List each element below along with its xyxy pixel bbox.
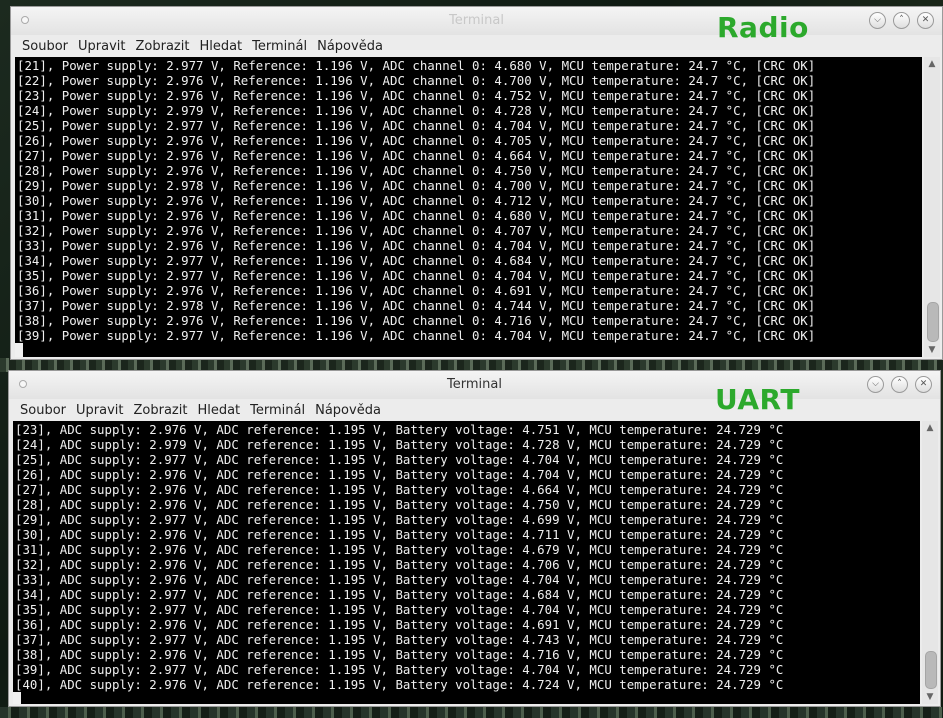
window-title: Terminal [447,377,502,392]
terminal-output[interactable]: [21], Power supply: 2.977 V, Reference: … [15,57,922,357]
terminal-line: [29], Power supply: 2.978 V, Reference: … [17,178,816,193]
terminal-line: [35], Power supply: 2.977 V, Reference: … [17,268,816,283]
scrollbar-thumb[interactable] [925,651,937,689]
minimize-icon[interactable]: ⌵ [869,12,886,29]
terminal-lines: [23], ADC supply: 2.976 V, ADC reference… [13,421,920,692]
terminal-line: [34], Power supply: 2.977 V, Reference: … [17,253,816,268]
scroll-down-icon[interactable]: ▼ [924,343,940,357]
terminal-line: [34], ADC supply: 2.977 V, ADC reference… [15,587,784,602]
desktop-wallpaper-bottom [0,707,943,718]
text-cursor [15,343,23,357]
terminal-line: [28], ADC supply: 2.976 V, ADC reference… [15,497,784,512]
terminal-line: [33], ADC supply: 2.976 V, ADC reference… [15,572,784,587]
maximize-icon[interactable]: ˄ [893,12,910,29]
menu-napoveda[interactable]: Nápověda [310,401,386,418]
terminal-line: [24], Power supply: 2.979 V, Reference: … [17,103,816,118]
terminal-line: [38], Power supply: 2.976 V, Reference: … [17,313,816,328]
terminal-line: [31], Power supply: 2.976 V, Reference: … [17,208,816,223]
menubar: Soubor Upravit Zobrazit Hledat Terminál Nápov… [9,399,940,421]
terminal-line: [26], ADC supply: 2.976 V, ADC reference… [15,467,784,482]
terminal-output[interactable]: [23], ADC supply: 2.976 V, ADC reference… [13,421,920,704]
close-icon[interactable]: ✕ [915,376,932,393]
scroll-up-icon[interactable]: ▲ [924,57,940,71]
terminal-line: [27], Power supply: 2.976 V, Reference: … [17,148,816,163]
terminal-line: [22], Power supply: 2.976 V, Reference: … [17,73,816,88]
terminal-line: [23], ADC supply: 2.976 V, ADC reference… [15,422,784,437]
minimize-icon[interactable]: ⌵ [867,376,884,393]
terminal-line: [28], Power supply: 2.976 V, Reference: … [17,163,816,178]
menu-hledat[interactable]: Hledat [192,401,245,418]
scrollbar[interactable]: ▲ ▼ [922,421,938,704]
text-cursor [13,692,21,704]
close-icon[interactable]: ✕ [917,12,934,29]
menu-zobrazit[interactable]: Zobrazit [128,401,192,418]
maximize-icon[interactable]: ˄ [891,376,908,393]
terminal-line: [37], Power supply: 2.978 V, Reference: … [17,298,816,313]
menu-terminal[interactable]: Terminál [245,401,310,418]
scroll-down-icon[interactable]: ▼ [922,690,938,704]
terminal-line: [35], ADC supply: 2.977 V, ADC reference… [15,602,784,617]
terminal-line: [40], ADC supply: 2.976 V, ADC reference… [15,677,784,692]
terminal-line: [29], ADC supply: 2.977 V, ADC reference… [15,512,784,527]
terminal-line: [39], Power supply: 2.977 V, Reference: … [17,328,816,343]
menu-zobrazit[interactable]: Zobrazit [130,37,194,54]
menu-upravit[interactable]: Upravit [71,401,128,418]
terminal-line: [27], ADC supply: 2.976 V, ADC reference… [15,482,784,497]
terminal-line: [32], ADC supply: 2.976 V, ADC reference… [15,557,784,572]
terminal-line: [25], Power supply: 2.977 V, Reference: … [17,118,816,133]
terminal-line: [38], ADC supply: 2.976 V, ADC reference… [15,647,784,662]
menu-napoveda[interactable]: Nápověda [312,37,388,54]
menu-soubor[interactable]: Soubor [15,401,71,418]
scrollbar-thumb[interactable] [927,302,939,342]
menu-terminal[interactable]: Terminál [247,37,312,54]
terminal-line: [30], Power supply: 2.976 V, Reference: … [17,193,816,208]
terminal-line: [21], Power supply: 2.977 V, Reference: … [17,58,816,73]
terminal-lines: [21], Power supply: 2.977 V, Reference: … [15,57,922,343]
scroll-up-icon[interactable]: ▲ [922,421,938,435]
menubar: Soubor Upravit Zobrazit Hledat Terminál Nápov… [11,35,942,57]
menu-soubor[interactable]: Soubor [17,37,73,54]
terminal-window-radio[interactable]: Terminal Radio ⌵ ˄ ✕ Soubor Upravit Zobraz… [10,6,943,360]
terminal-line: [30], ADC supply: 2.976 V, ADC reference… [15,527,784,542]
terminal-line: [39], ADC supply: 2.977 V, ADC reference… [15,662,784,677]
terminal-window-uart[interactable]: Terminal UART ⌵ ˄ ✕ Soubor Upravit Zobrazi… [8,370,941,707]
scrollbar[interactable]: ▲ ▼ [924,57,940,357]
terminal-line: [33], Power supply: 2.976 V, Reference: … [17,238,816,253]
menu-upravit[interactable]: Upravit [73,37,130,54]
terminal-line: [25], ADC supply: 2.977 V, ADC reference… [15,452,784,467]
terminal-line: [36], ADC supply: 2.976 V, ADC reference… [15,617,784,632]
terminal-line: [26], Power supply: 2.976 V, Reference: … [17,133,816,148]
menu-hledat[interactable]: Hledat [194,37,247,54]
titlebar[interactable]: Terminal UART ⌵ ˄ ✕ [9,371,940,416]
terminal-line: [37], ADC supply: 2.977 V, ADC reference… [15,632,784,647]
terminal-line: [31], ADC supply: 2.976 V, ADC reference… [15,542,784,557]
terminal-line: [24], ADC supply: 2.979 V, ADC reference… [15,437,784,452]
terminal-line: [23], Power supply: 2.976 V, Reference: … [17,88,816,103]
titlebar[interactable]: Terminal Radio ⌵ ˄ ✕ [11,7,942,44]
terminal-line: [32], Power supply: 2.976 V, Reference: … [17,223,816,238]
terminal-line: [36], Power supply: 2.976 V, Reference: … [17,283,816,298]
